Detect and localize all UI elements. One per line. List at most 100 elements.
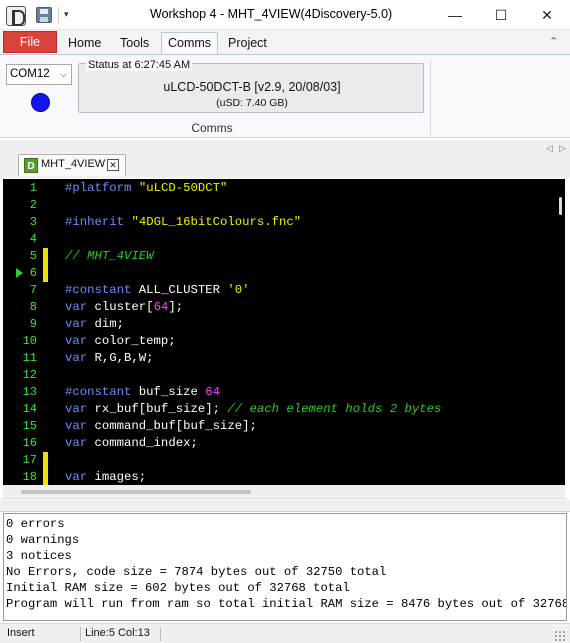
code-line[interactable]: var dim; xyxy=(65,316,124,333)
line-number: 13 xyxy=(22,385,37,399)
code-token: ALL_CLUSTER xyxy=(131,283,228,297)
device-info: uLCD-50DCT-B [v2.9, 20/08/03] xyxy=(163,80,341,94)
code-editor[interactable]: 1 2 3 4 5 6 7 8 9 10 11 12 13 14 15 16 17 18 #platform "u… xyxy=(3,179,565,485)
output-line: 0 errors xyxy=(6,517,65,531)
code-line[interactable]: #platform "uLCD-50DCT" xyxy=(65,180,227,197)
compiler-output-panel[interactable]: 0 errors 0 warnings 3 notices No Errors, co… xyxy=(3,513,567,621)
code-token: '0' xyxy=(227,283,250,297)
code-token: cluster[ xyxy=(87,300,154,314)
line-number: 3 xyxy=(29,215,37,229)
line-number: 12 xyxy=(22,368,37,382)
tab-tools[interactable]: Tools xyxy=(114,34,155,54)
line-number: 14 xyxy=(22,402,37,416)
minimize-button[interactable]: — xyxy=(432,0,478,30)
code-line[interactable]: // MHT_4VIEW xyxy=(65,248,154,265)
com-port-value: COM12 xyxy=(10,68,50,80)
tab-project[interactable]: Project xyxy=(222,34,273,54)
connection-status-indicator[interactable] xyxy=(31,93,50,112)
code-line[interactable]: var cluster[64]; xyxy=(65,299,183,316)
code-token: var xyxy=(65,419,88,433)
output-line: 3 notices xyxy=(6,549,72,563)
code-token: images; xyxy=(87,470,147,484)
horizontal-scrollbar[interactable] xyxy=(3,485,565,499)
code-line[interactable]: #constant ALL_CLUSTER '0' xyxy=(65,282,250,299)
code-token: // each element holds 2 bytes xyxy=(227,402,442,416)
title-bar: ▾ Workshop 4 - MHT_4VIEW(4Discovery-5.0)… xyxy=(0,0,570,30)
code-line[interactable]: #constant buf_size 64 xyxy=(65,384,220,401)
code-line[interactable]: var rx_buf[buf_size]; // each element ho… xyxy=(65,401,441,418)
code-token: "uLCD-50DCT" xyxy=(138,181,228,195)
quick-access-dropdown-icon[interactable]: ▾ xyxy=(64,9,69,20)
tab-comms[interactable]: Comms xyxy=(161,32,219,55)
scroll-tabs-right-icon[interactable]: ▷ xyxy=(559,143,566,154)
horizontal-scroll-thumb[interactable] xyxy=(21,490,251,494)
output-line: Initial RAM size = 602 bytes out of 3276… xyxy=(6,581,350,595)
tab-home[interactable]: Home xyxy=(62,34,107,54)
resize-grip-icon[interactable] xyxy=(554,630,565,641)
line-number-gutter: 1 2 3 4 5 6 7 8 9 10 11 12 13 14 15 16 17 18 xyxy=(3,179,49,485)
code-line[interactable]: var color_temp; xyxy=(65,333,176,350)
code-token: var xyxy=(65,317,88,331)
modified-line-marker xyxy=(43,452,48,469)
code-token: buf_size xyxy=(131,385,206,399)
code-token: #constant xyxy=(65,283,132,297)
code-line[interactable]: var command_buf[buf_size]; xyxy=(65,418,257,435)
status-timestamp: Status at 6:27:45 AM xyxy=(86,59,193,71)
status-bar: Insert Line:5 Col:13 xyxy=(0,623,570,643)
code-line[interactable]: #inherit "4DGL_16bitColours.fnc" xyxy=(65,214,301,231)
code-token: #platform xyxy=(65,181,132,195)
maximize-button[interactable]: ☐ xyxy=(478,0,524,30)
code-token: rx_buf[buf_size]; xyxy=(87,402,228,416)
code-line[interactable]: var R,G,B,W; xyxy=(65,350,154,367)
vertical-scroll-thumb[interactable] xyxy=(559,197,562,215)
close-tab-icon[interactable]: ✕ xyxy=(107,159,119,171)
line-number: 16 xyxy=(22,436,37,450)
code-token: #constant xyxy=(65,385,132,399)
tab-file[interactable]: File xyxy=(3,31,57,53)
code-text-area[interactable]: #platform "uLCD-50DCT" #inherit "4DGL_16b… xyxy=(65,179,555,485)
code-token: var xyxy=(65,470,88,484)
code-token: ]; xyxy=(168,300,184,314)
save-icon[interactable] xyxy=(36,7,52,23)
line-number: 5 xyxy=(29,249,37,263)
line-number: 2 xyxy=(29,198,37,212)
code-token: 64 xyxy=(205,385,220,399)
line-number: 8 xyxy=(29,300,37,314)
code-line[interactable]: var images; xyxy=(65,469,146,485)
chevron-down-icon: ⌵ xyxy=(60,69,67,79)
current-line-arrow-icon xyxy=(16,268,23,278)
code-token: // MHT_4VIEW xyxy=(65,249,154,263)
cursor-position: Line:5 Col:13 xyxy=(85,627,150,639)
line-number: 4 xyxy=(29,232,37,246)
com-port-select[interactable]: COM12 ⌵ xyxy=(6,64,72,85)
modified-line-marker xyxy=(43,248,48,265)
line-number: 18 xyxy=(22,470,37,484)
output-line: Program will run from ram so total initi… xyxy=(6,597,567,611)
line-number: 7 xyxy=(29,283,37,297)
close-button[interactable]: ✕ xyxy=(524,0,570,30)
code-token: var xyxy=(65,334,88,348)
line-number: 10 xyxy=(22,334,37,348)
vertical-scrollbar[interactable] xyxy=(555,179,565,485)
ribbon-tab-bar: File Home Tools Comms Project ⌃ xyxy=(0,30,570,55)
line-number: 15 xyxy=(22,419,37,433)
app-logo-icon[interactable] xyxy=(6,6,26,26)
collapse-ribbon-icon[interactable]: ⌃ xyxy=(549,35,558,48)
scroll-tabs-left-icon[interactable]: ◁ xyxy=(546,143,553,154)
line-number: 9 xyxy=(29,317,37,331)
panel-splitter[interactable] xyxy=(0,500,570,512)
code-token: command_buf[buf_size]; xyxy=(87,419,257,433)
code-line[interactable]: var command_index; xyxy=(65,435,198,452)
code-token: 64 xyxy=(153,300,169,314)
code-token: "4DGL_16bitColours.fnc" xyxy=(131,215,302,229)
quick-access-divider xyxy=(58,7,59,23)
code-token: var xyxy=(65,402,88,416)
document-tab[interactable]: D MHT_4VIEW ✕ xyxy=(18,154,126,176)
line-number: 17 xyxy=(22,453,37,467)
ribbon-group-divider xyxy=(430,59,431,135)
code-token: var xyxy=(65,436,88,450)
code-token: color_temp; xyxy=(87,334,176,348)
code-token: R,G,B,W; xyxy=(87,351,154,365)
code-token: dim; xyxy=(87,317,125,331)
